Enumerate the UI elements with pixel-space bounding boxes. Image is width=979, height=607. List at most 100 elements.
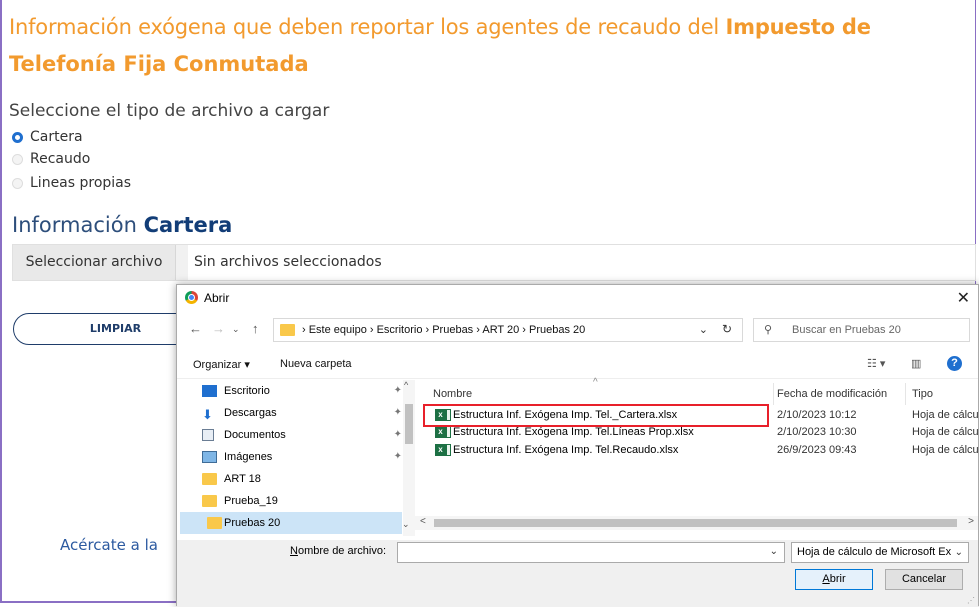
address-path[interactable]: › Este equipo › Escritorio › Pruebas › A… (302, 324, 585, 336)
organize-menu[interactable]: Organizar ▾ (193, 358, 250, 371)
heading-text: Información exógena que deben reportar l… (9, 15, 726, 39)
nav-item-imagenes[interactable]: Imágenes ✦ (202, 446, 414, 468)
chevron-down-icon[interactable]: ⌄ (955, 543, 963, 562)
pin-icon: ✦ (393, 429, 402, 440)
select-file-type-label: Seleccione el tipo de archivo a cargar (9, 101, 330, 121)
nav-item-label: Escritorio (224, 385, 270, 397)
section-title: Información Cartera (12, 213, 232, 237)
nav-item-label: Documentos (224, 429, 286, 441)
column-header-name[interactable]: Nombre (433, 388, 472, 400)
open-button[interactable]: Abrir (795, 569, 873, 590)
filename-label-text: ombre de archivo: (297, 545, 386, 557)
scrollbar-thumb[interactable] (434, 519, 957, 527)
cancel-button[interactable]: Cancelar (885, 569, 963, 590)
column-header-date[interactable]: Fecha de modificación (777, 388, 887, 400)
highlight-box (423, 404, 769, 427)
document-icon (202, 429, 214, 441)
horizontal-scrollbar[interactable]: < > (414, 516, 978, 530)
search-placeholder: Buscar en Pruebas 20 (792, 324, 901, 336)
pin-icon: ✦ (393, 451, 402, 462)
radio-label: Cartera (30, 129, 83, 145)
column-header-type[interactable]: Tipo (912, 388, 933, 400)
back-arrow-icon[interactable]: ← (189, 321, 202, 336)
preview-pane-icon[interactable]: ▥ (911, 357, 921, 370)
heading-bold: Impuesto de (725, 15, 871, 39)
view-options-icon[interactable]: ☷ ▾ (867, 357, 885, 370)
recent-locations-icon[interactable]: ⌄ (232, 324, 240, 335)
refresh-icon[interactable]: ↻ (722, 322, 732, 336)
forward-arrow-icon[interactable]: → (212, 321, 225, 336)
nav-item-label: ART 18 (224, 473, 261, 485)
file-type: Hoja de cálcul (912, 444, 979, 456)
search-input[interactable]: ⚲ Buscar en Pruebas 20 (753, 318, 970, 342)
sort-ascending-icon: ^ (593, 377, 598, 388)
column-divider[interactable] (905, 383, 906, 405)
close-icon[interactable]: ✕ (957, 288, 970, 308)
filetype-value: Hoja de cálculo de Microsoft Ex (797, 546, 952, 558)
nav-item-label: Prueba_19 (224, 495, 278, 507)
address-bar[interactable]: › Este equipo › Escritorio › Pruebas › A… (273, 318, 743, 342)
chevron-down-icon[interactable]: ⌄ (770, 546, 778, 557)
page-heading: Información exógena que deben reportar l… (9, 15, 871, 39)
footer-text: Acércate a la (60, 536, 158, 554)
nav-item-label: Pruebas 20 (224, 517, 281, 529)
nav-item-label: Descargas (224, 407, 277, 419)
file-name: Estructura Inf. Exógena Imp. Tel.Recaudo… (453, 444, 679, 456)
search-icon: ⚲ (764, 324, 773, 336)
dialog-footer: Nombre de archivo: ⌄ Hoja de cálculo de … (177, 540, 978, 607)
scroll-right-icon[interactable]: > (968, 516, 974, 527)
file-list: ^ Nombre Fecha de modificación Tipo x Es… (417, 377, 979, 536)
nav-item-label: Imágenes (224, 451, 273, 463)
file-input[interactable]: Seleccionar archivo Sin archivos selecci… (12, 244, 976, 281)
dialog-toolbar: Organizar ▾ Nueva carpeta ☷ ▾ ▥ ? (177, 352, 978, 379)
filetype-select[interactable]: Hoja de cálculo de Microsoft Ex ⌄ (791, 542, 969, 563)
filename-input[interactable]: ⌄ (397, 542, 785, 563)
file-date: 2/10/2023 10:30 (777, 426, 857, 438)
page-heading-line2: Telefonía Fija Conmutada (9, 52, 309, 76)
desktop-icon (202, 385, 217, 397)
file-row[interactable]: x Estructura Inf. Exógena Imp. Tel.Recau… (425, 440, 979, 460)
download-icon: ⬇ (202, 407, 213, 422)
excel-file-icon: x (435, 444, 451, 456)
scroll-up-icon[interactable]: ^ (404, 380, 408, 390)
radio-lineas-propias[interactable]: Lineas propias (12, 175, 131, 191)
help-icon[interactable]: ? (947, 356, 962, 371)
file-type: Hoja de cálcul (912, 426, 979, 438)
radio-label: Lineas propias (30, 175, 132, 191)
radio-unselected-icon[interactable] (12, 153, 23, 165)
open-label: brir (829, 573, 846, 585)
folder-icon (202, 473, 217, 485)
radio-selected-icon[interactable] (12, 131, 23, 143)
excel-file-icon: x (435, 426, 451, 438)
chevron-down-icon[interactable]: ⌄ (402, 519, 410, 530)
open-accel: A (822, 573, 830, 585)
nav-scrollbar[interactable]: ^ (403, 380, 415, 536)
scroll-left-icon[interactable]: < (420, 516, 426, 527)
image-icon (202, 451, 217, 463)
nav-item-documentos[interactable]: Documentos ✦ (202, 424, 414, 446)
section-title-prefix: Información (12, 213, 144, 237)
radio-cartera[interactable]: Cartera (12, 129, 83, 145)
radio-label: Recaudo (30, 151, 91, 167)
folder-icon (202, 495, 217, 507)
pin-icon: ✦ (393, 407, 402, 418)
nav-item-pruebas20[interactable]: Pruebas 20 (180, 512, 402, 534)
nav-item-art18[interactable]: ART 18 (202, 468, 414, 490)
chevron-down-icon[interactable]: ⌄ (699, 323, 708, 336)
nav-item-escritorio[interactable]: Escritorio ✦ (202, 380, 414, 402)
file-date: 26/9/2023 09:43 (777, 444, 857, 456)
folder-icon (280, 324, 295, 336)
radio-unselected-icon[interactable] (12, 177, 23, 189)
up-arrow-icon[interactable]: ↑ (252, 321, 259, 336)
new-folder-button[interactable]: Nueva carpeta (280, 358, 352, 370)
nav-item-descargas[interactable]: ⬇ Descargas ✦ (202, 402, 414, 424)
resize-grip-icon[interactable]: ⋰ (967, 596, 975, 605)
folder-icon (207, 517, 222, 529)
filename-label-accel: N (290, 545, 298, 557)
open-file-dialog: Abrir ✕ ← → ⌄ ↑ › Este equipo › Escritor… (176, 284, 979, 607)
radio-recaudo[interactable]: Recaudo (12, 151, 90, 167)
column-divider[interactable] (773, 383, 774, 405)
nav-item-prueba19[interactable]: Prueba_19 (202, 490, 414, 512)
scrollbar-thumb[interactable] (405, 404, 413, 444)
select-file-button[interactable]: Seleccionar archivo (13, 245, 176, 280)
